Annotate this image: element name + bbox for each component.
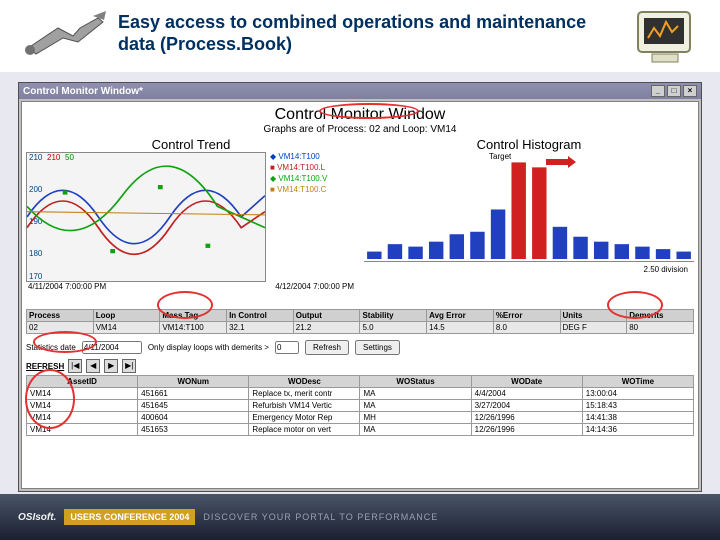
summary-table: ProcessLoopMass TagIn ControlOutputStabi… xyxy=(26,309,694,334)
table-row: 02VM14VM14:T10032.121.25.014.58.0DEG F80 xyxy=(27,322,694,334)
nav-last-button[interactable]: ▶| xyxy=(122,359,136,373)
table-row[interactable]: VM14451661Replace tx, merit contrMA4/4/2… xyxy=(27,388,694,400)
control-trend-panel: Control Trend 210 210 50 200 190 180 170 xyxy=(26,137,356,305)
target-label: Target xyxy=(489,152,511,161)
table-row[interactable]: VM14451653Replace motor on vertMA12/26/1… xyxy=(27,424,694,436)
monitor-clipart xyxy=(632,8,702,68)
hist-title: Control Histogram xyxy=(364,137,694,152)
stats-date-label: Statistics date xyxy=(26,343,76,352)
maximize-button[interactable]: □ xyxy=(667,85,681,97)
nav-next-button[interactable]: ▶ xyxy=(104,359,118,373)
wrench-clipart xyxy=(18,8,108,58)
slide-title: Easy access to combined operations and m… xyxy=(118,8,622,55)
refresh-button[interactable]: Refresh xyxy=(305,340,349,355)
trend-x-end: 4/12/2004 7:00:00 PM xyxy=(275,282,354,291)
col-header: AssetID xyxy=(27,376,138,388)
trend-plot[interactable]: 210 210 50 200 190 180 170 xyxy=(26,152,266,282)
trend-title: Control Trend xyxy=(26,137,356,152)
big-refresh-link[interactable]: REFRESH xyxy=(26,362,64,371)
window-title-text: Control Monitor Window* xyxy=(23,86,143,97)
col-header: Mass Tag xyxy=(160,310,227,322)
demerits-filter-label: Only display loops with demerits > xyxy=(148,343,269,352)
col-header: Loop xyxy=(93,310,160,322)
workorder-table: AssetIDWONumWODescWOStatusWODateWOTime V… xyxy=(26,375,694,436)
window-titlebar: Control Monitor Window* _ □ × xyxy=(19,83,701,99)
col-header: WONum xyxy=(138,376,249,388)
col-header: WODesc xyxy=(249,376,360,388)
col-header: Demerits xyxy=(627,310,694,322)
demerits-filter-input[interactable] xyxy=(275,341,299,354)
table-row[interactable]: VM14451645Refurbish VM14 VerticMA3/27/20… xyxy=(27,400,694,412)
app-window: Control Monitor Window* _ □ × Control Mo… xyxy=(18,82,702,492)
col-header: Units xyxy=(560,310,627,322)
col-header: WOTime xyxy=(582,376,693,388)
control-histogram-panel: Control Histogram Target 2.50 division xyxy=(364,137,694,305)
footer-tagline: DISCOVER YOUR PORTAL TO PERFORMANCE xyxy=(203,512,438,522)
col-header: Process xyxy=(27,310,94,322)
main-title: Control Monitor Window xyxy=(26,106,694,124)
footer-brand: OSIsoft. xyxy=(18,512,56,523)
nav-prev-button[interactable]: ◀ xyxy=(86,359,100,373)
col-header: Avg Error xyxy=(427,310,494,322)
close-button[interactable]: × xyxy=(683,85,697,97)
histogram-plot[interactable] xyxy=(364,152,694,262)
col-header: Stability xyxy=(360,310,427,322)
stats-date-input[interactable] xyxy=(82,341,142,354)
col-header: Output xyxy=(293,310,360,322)
target-arrow-icon xyxy=(546,156,576,168)
nav-first-button[interactable]: |◀ xyxy=(68,359,82,373)
settings-button[interactable]: Settings xyxy=(355,340,400,355)
table-row[interactable]: VM14400604Emergency Motor RepMH12/26/199… xyxy=(27,412,694,424)
trend-x-start: 4/11/2004 7:00:00 PM xyxy=(28,282,106,291)
trend-legend: ◆ VM14:T100 ■ VM14:T100.L ◆ VM14:T100.V … xyxy=(266,152,356,282)
subtitle: Graphs are of Process: 02 and Loop: VM14 xyxy=(26,124,694,135)
col-header: In Control xyxy=(227,310,294,322)
hist-stats: 2.50 division xyxy=(364,265,694,274)
slide-footer: OSIsoft. USERS CONFERENCE 2004 DISCOVER … xyxy=(0,494,720,540)
minimize-button[interactable]: _ xyxy=(651,85,665,97)
col-header: WODate xyxy=(471,376,582,388)
footer-badge: USERS CONFERENCE 2004 xyxy=(64,509,195,525)
col-header: WOStatus xyxy=(360,376,471,388)
col-header: %Error xyxy=(493,310,560,322)
